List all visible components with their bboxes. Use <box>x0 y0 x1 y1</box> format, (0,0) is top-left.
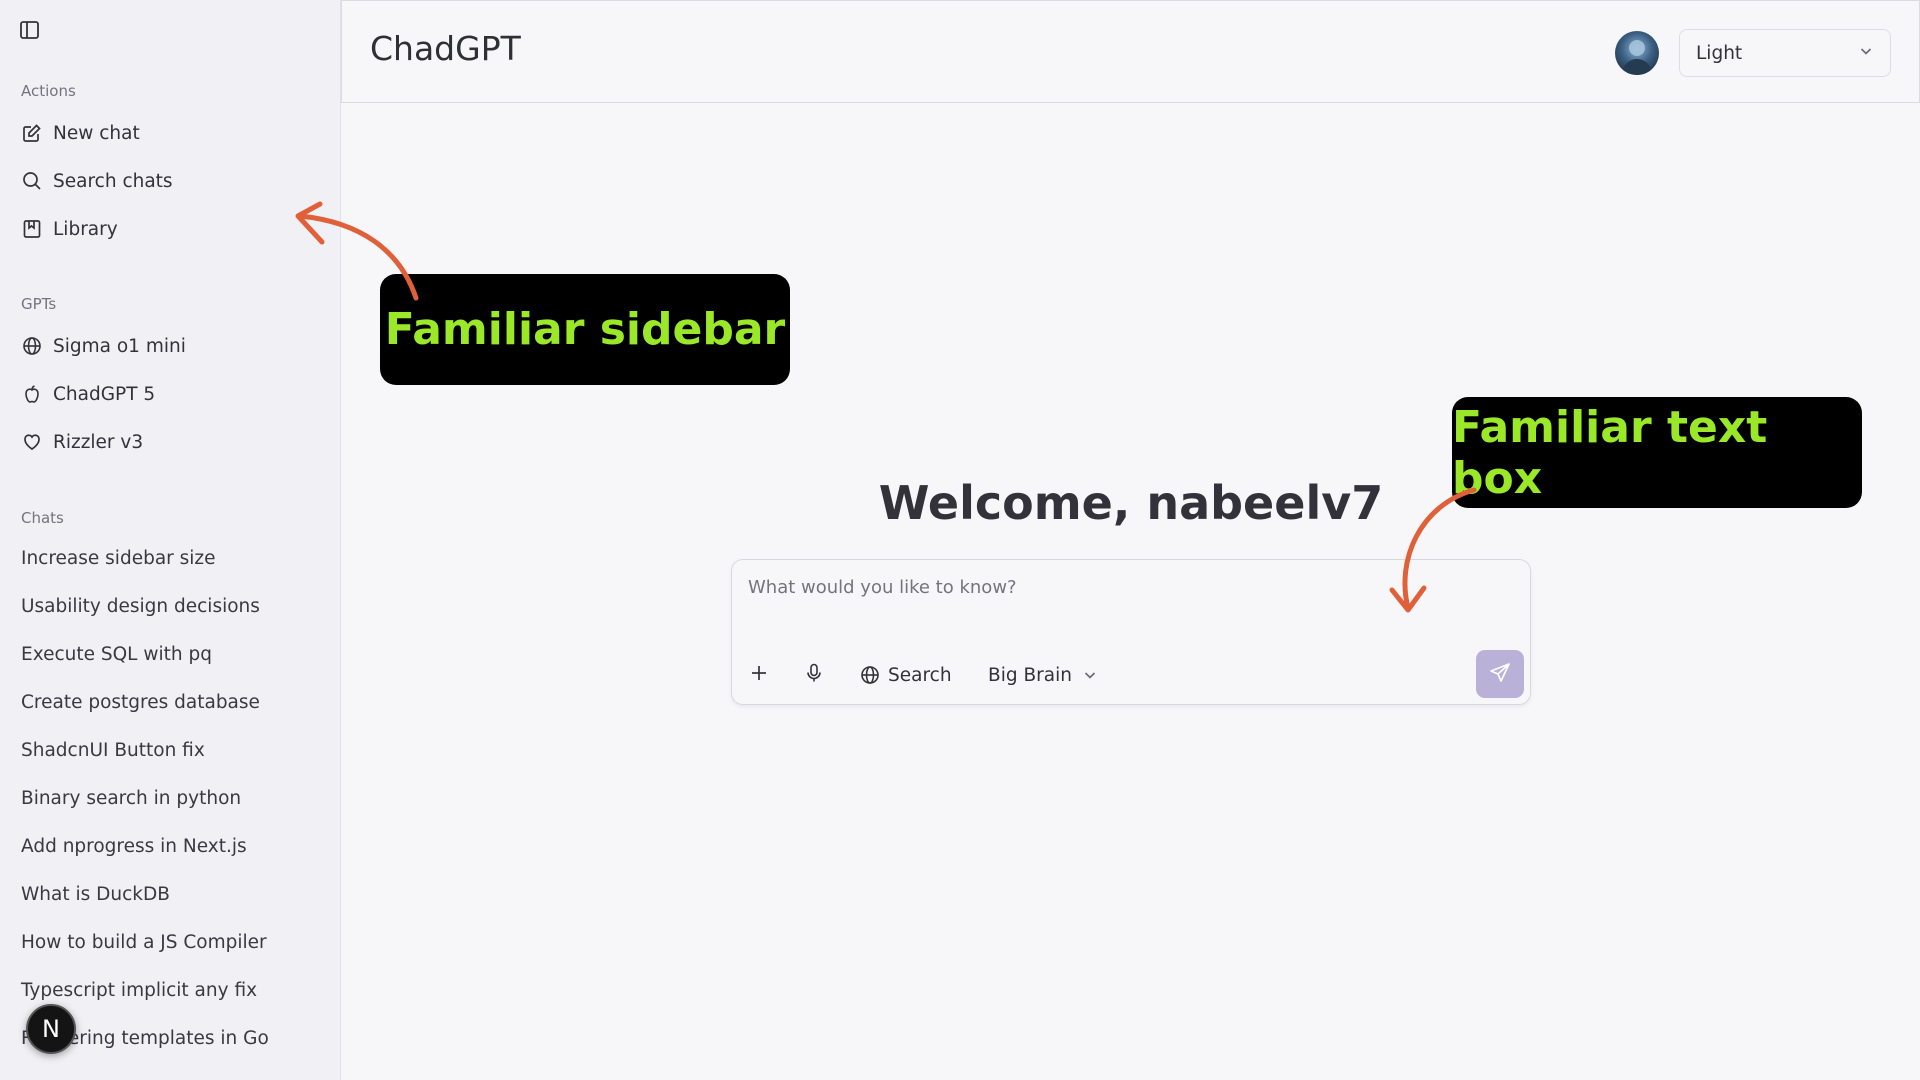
chat-item[interactable]: How to build a JS Compiler <box>21 932 267 953</box>
sidebar: Actions New chat Search chats Library GP… <box>0 0 341 1080</box>
plus-icon <box>750 664 768 687</box>
send-icon <box>1489 662 1511 687</box>
app-title: ChadGPT <box>370 29 521 68</box>
model-select[interactable]: Big Brain <box>988 660 1098 690</box>
welcome-heading: Welcome, nabeelv7 <box>878 476 1384 530</box>
globe-icon <box>21 336 42 357</box>
theme-select[interactable]: Light <box>1679 29 1891 77</box>
chat-item[interactable]: Typescript implicit any fix <box>21 980 257 1001</box>
sidebar-item-label: ChadGPT 5 <box>53 383 156 405</box>
sidebar-item-label: Rizzler v3 <box>53 431 144 453</box>
sidebar-item-label: New chat <box>53 122 140 144</box>
sidebar-item-sigma-o1-mini[interactable]: Sigma o1 mini <box>21 329 321 363</box>
prompt-input[interactable] <box>748 577 1508 627</box>
attach-button[interactable] <box>750 660 768 690</box>
chat-composer: Search Big Brain <box>731 559 1531 705</box>
search-toggle-label: Search <box>888 664 952 686</box>
section-label-actions: Actions <box>21 82 76 100</box>
chat-item[interactable]: Create postgres database <box>21 692 260 713</box>
top-header: ChadGPT Light <box>341 0 1920 103</box>
sidebar-item-label: Library <box>53 218 118 240</box>
sidebar-item-search-chats[interactable]: Search chats <box>21 164 321 198</box>
library-icon <box>21 219 42 240</box>
sidebar-item-rizzler-v3[interactable]: Rizzler v3 <box>21 425 321 459</box>
model-select-value: Big Brain <box>988 664 1072 686</box>
section-label-gpts: GPTs <box>21 295 57 313</box>
search-toggle-button[interactable]: Search <box>860 660 952 690</box>
voice-input-button[interactable] <box>805 660 823 690</box>
chat-item[interactable]: Usability design decisions <box>21 596 260 617</box>
annotation-sidebar-callout: Familiar sidebar <box>380 274 790 385</box>
sidebar-toggle-icon[interactable] <box>19 19 41 41</box>
chat-item[interactable]: Binary search in python <box>21 788 241 809</box>
theme-select-value: Light <box>1696 42 1743 64</box>
chat-item[interactable]: What is DuckDB <box>21 884 170 905</box>
section-label-chats: Chats <box>21 509 64 527</box>
sidebar-item-chadgpt-5[interactable]: ChadGPT 5 <box>21 377 321 411</box>
chevron-down-icon <box>1082 667 1098 683</box>
sidebar-item-new-chat[interactable]: New chat <box>21 116 321 150</box>
edit-icon <box>21 123 42 144</box>
chat-item[interactable]: Increase sidebar size <box>21 548 216 569</box>
annotation-textbox-callout: Familiar text box <box>1452 397 1862 508</box>
apple-icon <box>21 384 42 405</box>
search-icon <box>21 171 42 192</box>
chevron-down-icon <box>1858 43 1874 64</box>
sidebar-item-label: Sigma o1 mini <box>53 335 186 357</box>
chat-item[interactable]: Add nprogress in Next.js <box>21 836 247 857</box>
sidebar-item-library[interactable]: Library <box>21 212 321 246</box>
dev-indicator-badge[interactable]: N <box>26 1004 76 1054</box>
globe-icon <box>860 665 880 685</box>
sidebar-item-label: Search chats <box>53 170 173 192</box>
heart-icon <box>21 432 42 453</box>
avatar[interactable] <box>1615 31 1659 75</box>
microphone-icon <box>805 663 823 688</box>
send-button[interactable] <box>1476 650 1524 698</box>
chat-item[interactable]: Execute SQL with pq <box>21 644 212 665</box>
chat-item[interactable]: ShadcnUI Button fix <box>21 740 205 761</box>
